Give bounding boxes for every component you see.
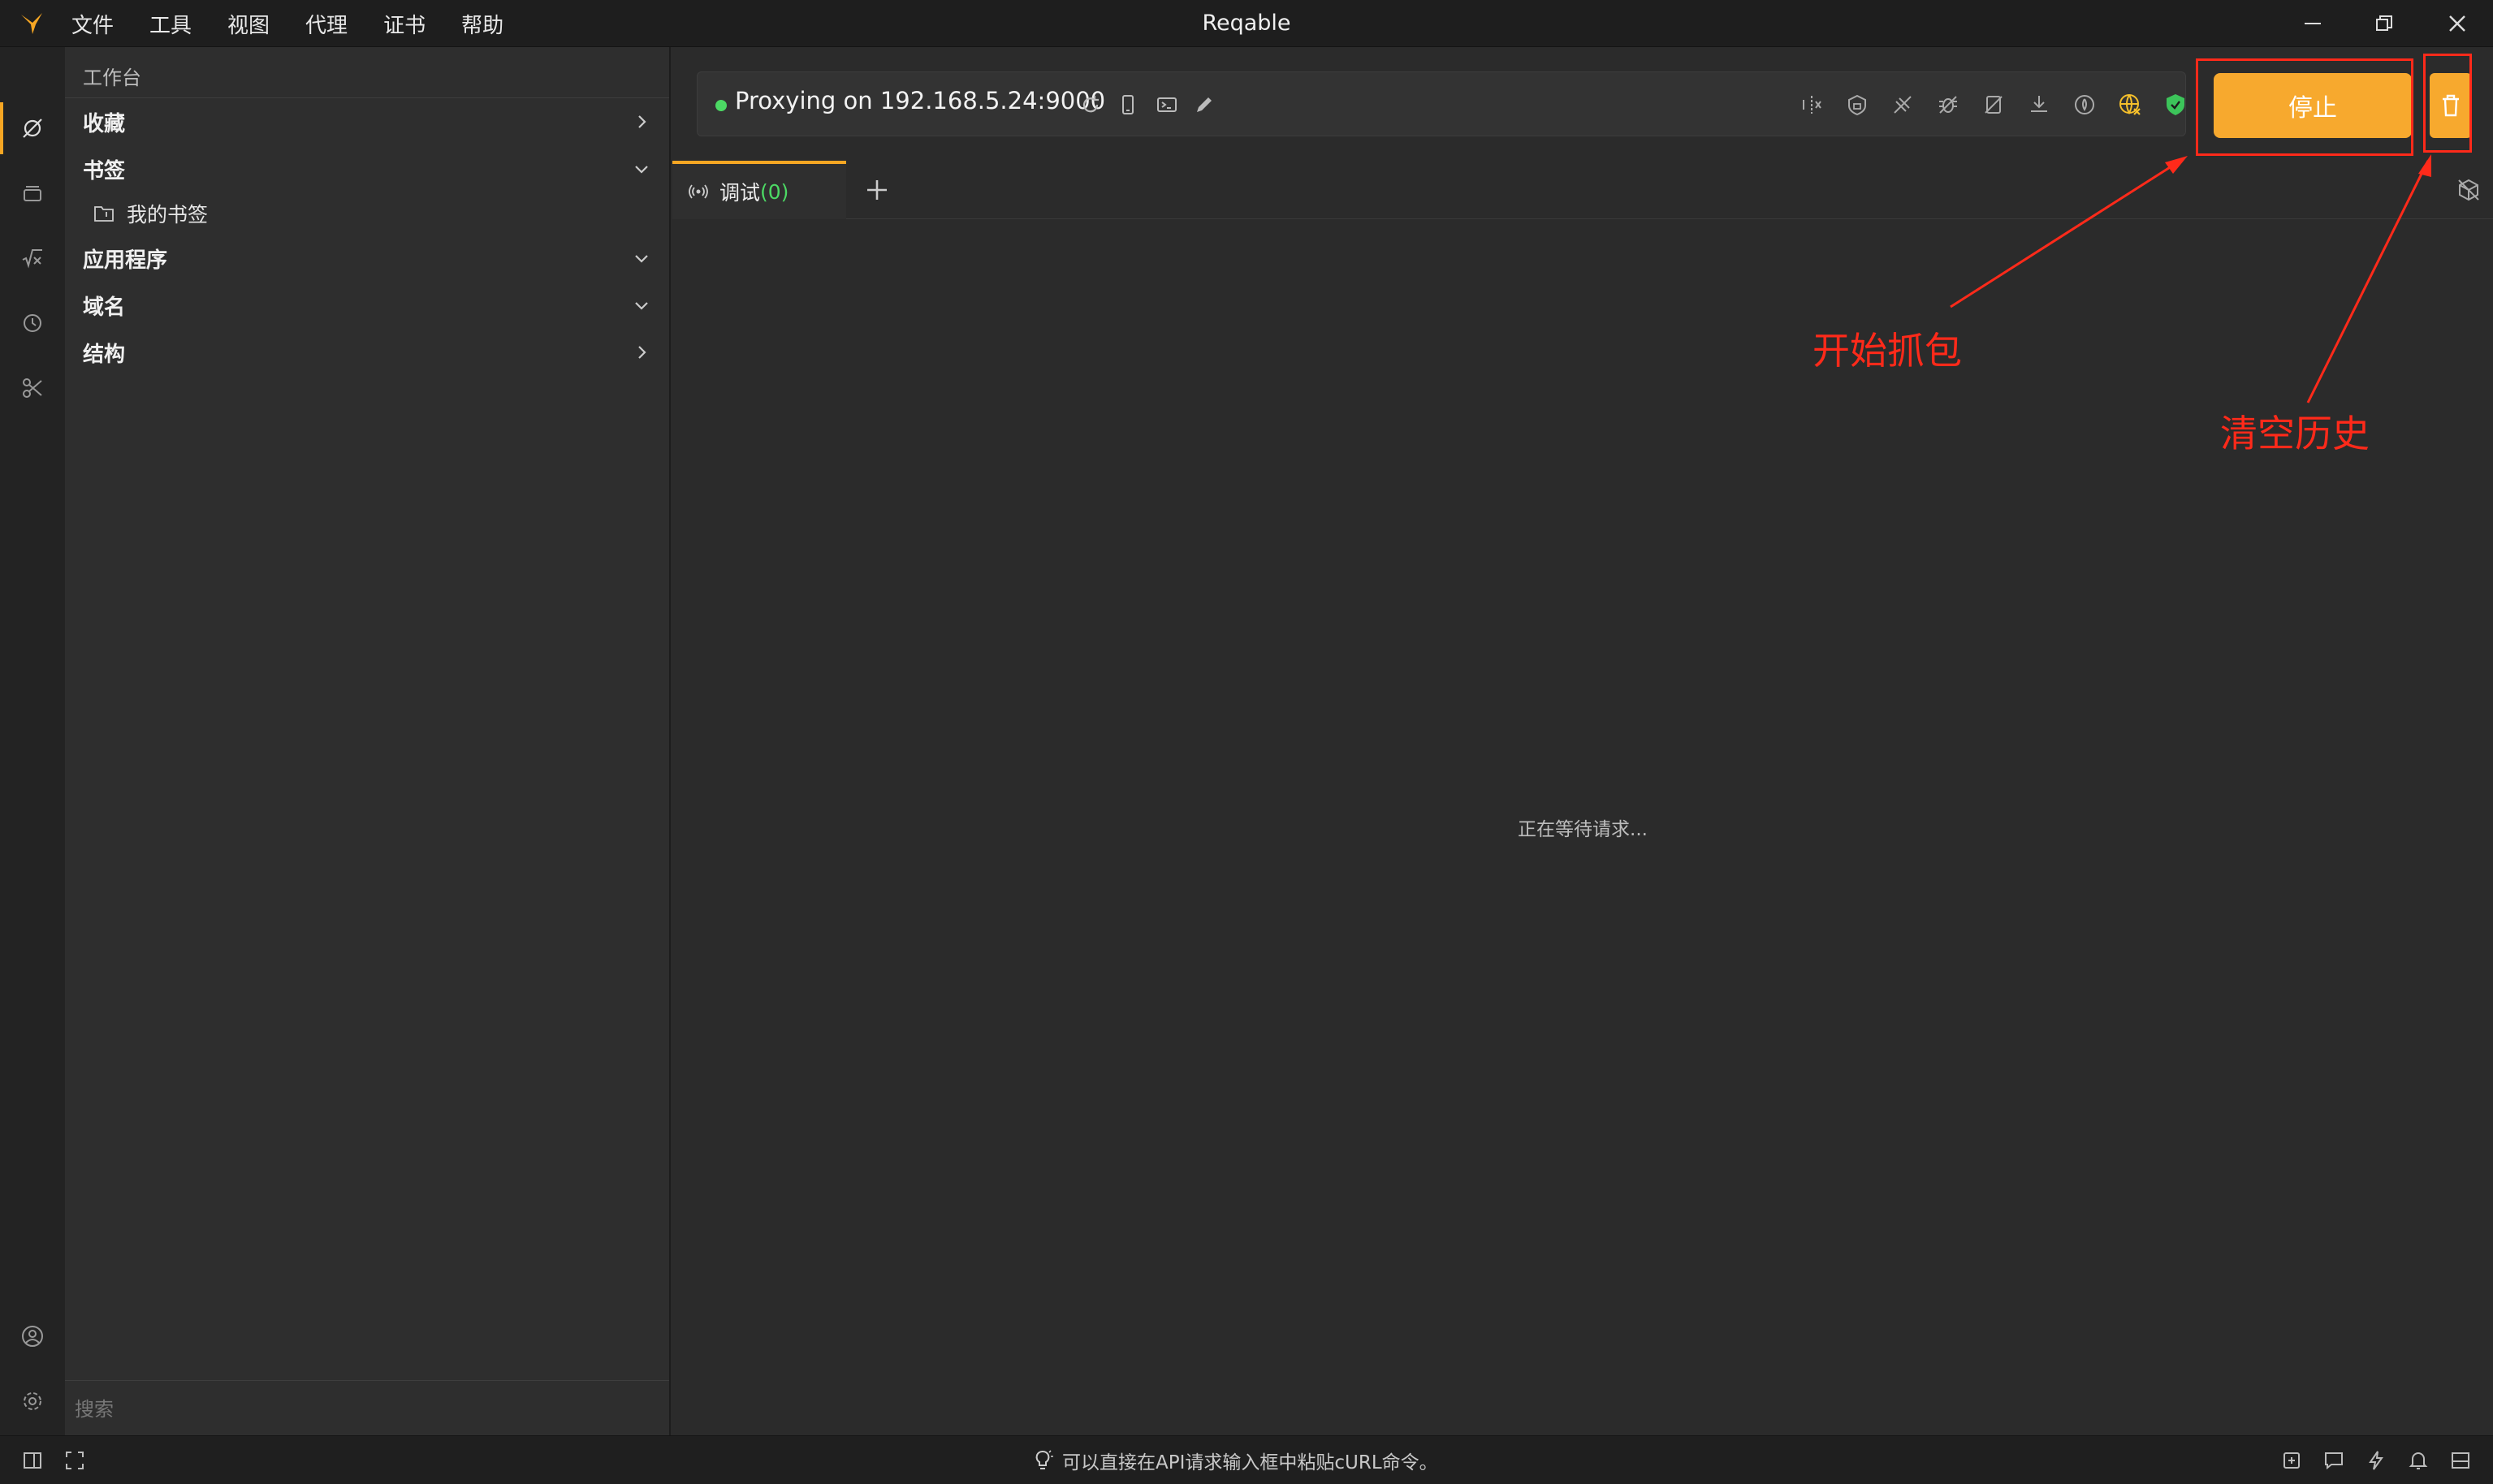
menu-tools[interactable]: 工具 bbox=[149, 9, 192, 39]
status-bar: 可以直接在API请求输入框中粘贴cURL命令。 bbox=[0, 1435, 2493, 1484]
tip-text-row: 可以直接在API请求输入框中粘贴cURL命令。 bbox=[1031, 1447, 1438, 1473]
menu-file[interactable]: 文件 bbox=[71, 9, 114, 39]
mobile-device-icon[interactable] bbox=[1113, 90, 1143, 119]
export-icon[interactable] bbox=[2279, 1447, 2305, 1473]
tab-label: 调试 bbox=[719, 181, 761, 205]
lightbulb-icon bbox=[1035, 1450, 1053, 1469]
minimize-icon bbox=[2305, 23, 2321, 24]
folder-icon bbox=[94, 206, 114, 222]
ssl-lock-icon[interactable] bbox=[1843, 90, 1872, 119]
feedback-icon[interactable] bbox=[2321, 1447, 2347, 1473]
minimize-button[interactable] bbox=[2288, 6, 2337, 41]
tab-debug[interactable]: 调试 (0) bbox=[672, 161, 846, 219]
restore-button[interactable] bbox=[2360, 6, 2409, 41]
shield-check-icon[interactable] bbox=[2161, 90, 2190, 119]
sidebar: 工作台 收藏 书签 我的书签 应用程序 域名 结构 bbox=[65, 47, 671, 1435]
tab-bar: 调试 (0) bbox=[672, 161, 2493, 219]
sidebar-item-applications[interactable]: 应用程序 bbox=[83, 237, 651, 279]
sidebar-item-label: 域名 bbox=[83, 295, 126, 320]
annotation-box-trash bbox=[2423, 54, 2472, 153]
menu-proxy[interactable]: 代理 bbox=[305, 9, 348, 39]
divider bbox=[65, 1380, 669, 1381]
fullscreen-icon[interactable] bbox=[62, 1447, 88, 1473]
add-tab-icon[interactable] bbox=[862, 175, 892, 205]
sidebar-item-label: 结构 bbox=[83, 342, 126, 367]
chevron-down-icon bbox=[635, 302, 648, 310]
edit-pencil-icon[interactable] bbox=[1190, 90, 1219, 119]
sidebar-item-bookmarks[interactable]: 书签 bbox=[83, 148, 651, 190]
sidebar-item-label: 收藏 bbox=[83, 111, 126, 136]
tools-icon[interactable] bbox=[16, 372, 49, 404]
notification-bell-icon[interactable] bbox=[2405, 1447, 2431, 1473]
account-icon[interactable] bbox=[16, 1320, 49, 1352]
chevron-right-icon bbox=[638, 346, 646, 359]
active-indicator bbox=[0, 102, 3, 154]
refresh-icon[interactable] bbox=[1076, 90, 1105, 119]
split-view-icon[interactable] bbox=[1797, 90, 1826, 119]
annotation-clear-history: 清空历史 bbox=[2220, 412, 2370, 455]
annotation-box-stop bbox=[2196, 58, 2413, 156]
tip-text: 可以直接在API请求输入框中粘贴cURL命令。 bbox=[1062, 1452, 1438, 1473]
terminal-icon[interactable] bbox=[1152, 90, 1182, 119]
lightning-icon[interactable] bbox=[2363, 1447, 2389, 1473]
proxy-status-text: Proxying on 192.168.5.24:9000 bbox=[735, 87, 1106, 114]
panel-layout-icon[interactable] bbox=[2448, 1447, 2474, 1473]
sidebar-header: 工作台 bbox=[83, 67, 141, 89]
broadcast-icon bbox=[689, 184, 708, 199]
menu-view[interactable]: 视图 bbox=[227, 9, 270, 39]
menu-certificate[interactable]: 证书 bbox=[383, 9, 426, 39]
divider bbox=[65, 97, 669, 98]
collections-icon[interactable] bbox=[16, 177, 49, 209]
menu-help[interactable]: 帮助 bbox=[461, 9, 503, 39]
reqable-logo-icon bbox=[21, 13, 42, 34]
rewrite-off-icon[interactable] bbox=[1979, 90, 2008, 119]
cube-off-icon[interactable] bbox=[2456, 177, 2482, 203]
globe-proxy-icon[interactable] bbox=[2115, 90, 2145, 119]
chevron-down-icon bbox=[635, 255, 648, 263]
close-button[interactable] bbox=[2433, 6, 2482, 41]
debug-bug-icon[interactable] bbox=[1933, 90, 1963, 119]
activity-bar bbox=[0, 47, 65, 1435]
settings-gear-icon[interactable] bbox=[16, 1385, 49, 1417]
script-icon[interactable] bbox=[16, 242, 49, 274]
sidebar-item-structure[interactable]: 结构 bbox=[83, 331, 651, 373]
menu-bar: 文件 工具 视图 代理 证书 帮助 bbox=[71, 0, 539, 47]
restore-icon bbox=[2376, 15, 2392, 31]
sidebar-search-input[interactable] bbox=[75, 1387, 659, 1432]
sidebar-item-favorites[interactable]: 收藏 bbox=[83, 101, 651, 143]
annotation-start-capture: 开始抓包 bbox=[1813, 329, 1962, 373]
chevron-down-icon bbox=[635, 166, 648, 174]
proxy-status-bar: Proxying on 192.168.5.24:9000 bbox=[697, 71, 2186, 136]
download-icon[interactable] bbox=[2024, 90, 2054, 119]
sidebar-item-label: 应用程序 bbox=[83, 248, 168, 273]
history-icon[interactable] bbox=[16, 307, 49, 339]
sidebar-subitem-my-bookmarks[interactable]: 我的书签 bbox=[93, 195, 580, 232]
status-dot bbox=[715, 100, 727, 111]
sidebar-item-domains[interactable]: 域名 bbox=[83, 284, 651, 326]
toggle-sidebar-icon[interactable] bbox=[19, 1447, 45, 1473]
sidebar-subitem-label: 我的书签 bbox=[127, 203, 209, 226]
throttle-icon[interactable] bbox=[2070, 90, 2099, 119]
close-icon bbox=[2449, 15, 2465, 32]
chevron-right-icon bbox=[638, 115, 646, 128]
workbench-icon[interactable] bbox=[16, 112, 49, 145]
title-bar: 文件 工具 视图 代理 证书 帮助 Reqable bbox=[0, 0, 2493, 47]
breakpoint-icon[interactable] bbox=[1888, 90, 1917, 119]
waiting-message: 正在等待请求... bbox=[1518, 819, 1648, 840]
main-panel: Proxying on 192.168.5.24:9000 停止 调试 (0) … bbox=[672, 47, 2493, 1435]
sidebar-item-label: 书签 bbox=[83, 158, 126, 183]
tab-count: (0) bbox=[760, 179, 789, 204]
